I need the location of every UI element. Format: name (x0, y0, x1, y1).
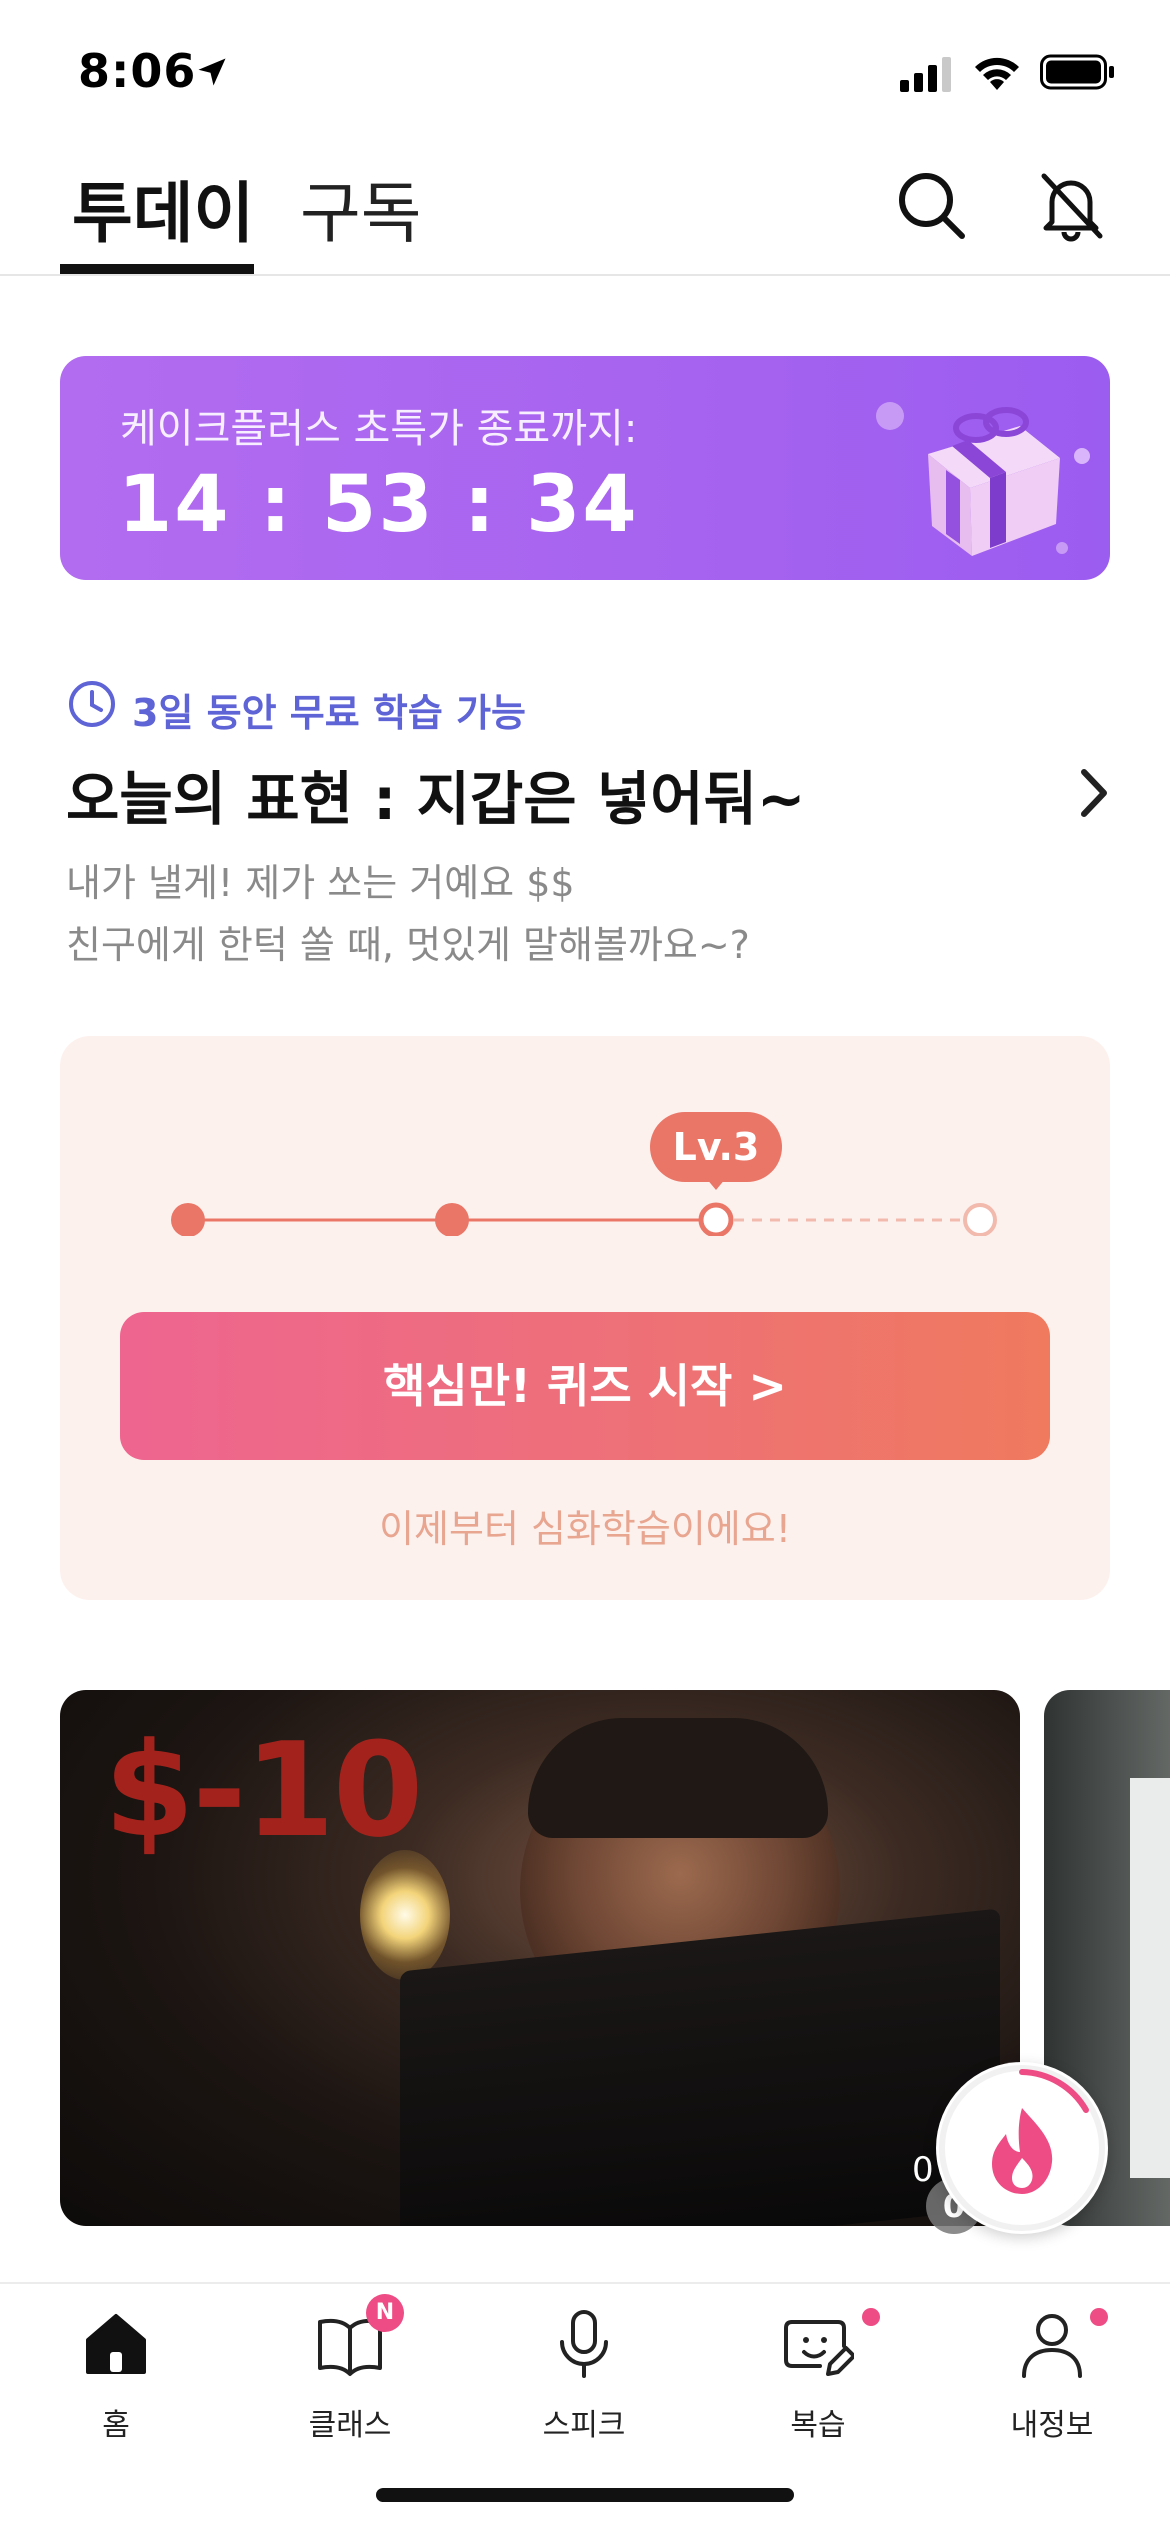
free-trial-label: 3일 동안 무료 학습 가능 (132, 691, 526, 735)
expression-description-line2: 친구에게 한턱 쏠 때, 멋있게 말해볼까요~? (66, 923, 750, 967)
nav-label-class: 클래스 (308, 2408, 392, 2443)
nav-label-my-info: 내정보 (1010, 2408, 1094, 2443)
promo-countdown: 14 : 53 : 34 (118, 460, 639, 550)
clock-icon (69, 681, 115, 727)
location-arrow-icon (198, 58, 226, 86)
level-badge-tail (706, 1178, 726, 1190)
video-person-hair (528, 1718, 828, 1838)
streak-count: 0 (912, 2150, 934, 2190)
notification-dot (862, 2308, 880, 2326)
nav-item-review[interactable]: 복습 (738, 2308, 898, 2458)
home-icon (86, 2314, 146, 2374)
active-tab-indicator (60, 264, 254, 274)
tab-subscribe[interactable]: 구독 (300, 160, 421, 256)
bell-off-icon[interactable] (1030, 164, 1112, 246)
expression-description-line1: 내가 낼게! 제가 쏘는 거예요 $$ (66, 861, 575, 905)
nav-label-home: 홈 (102, 2408, 130, 2443)
gift-box-icon (876, 402, 1090, 556)
flame-icon (939, 2065, 1105, 2231)
nav-item-home[interactable]: 홈 (36, 2308, 196, 2458)
video-card[interactable]: $-10 (60, 1690, 1020, 2226)
start-quiz-button[interactable]: 핵심만! 퀴즈 시작 > (120, 1312, 1050, 1460)
new-badge: N (366, 2294, 404, 2332)
battery-icon (1040, 54, 1114, 90)
status-time: 8:06 (78, 44, 197, 98)
wifi-icon (975, 57, 1019, 90)
level-step-3-current (698, 1202, 734, 1236)
level-step-2 (435, 1203, 469, 1236)
streak-button[interactable] (936, 2062, 1108, 2234)
nav-label-review: 복습 (790, 2408, 846, 2443)
nav-item-my-info[interactable]: 내정보 (972, 2308, 1132, 2458)
video-overlay-text: $-10 (104, 1714, 423, 1866)
nav-item-speak[interactable]: 스피크 (504, 2308, 664, 2458)
video-thumbnail-screen (1130, 1778, 1170, 2178)
video-book (400, 1908, 1000, 2226)
expression-title[interactable]: 오늘의 표현 : 지갑은 넣어둬~ (66, 752, 806, 836)
nav-label-speak: 스피크 (542, 2408, 626, 2443)
status-bar: 8:06 (0, 0, 1170, 140)
level-badge: Lv.3 (650, 1112, 782, 1182)
home-indicator (376, 2488, 794, 2502)
lamp-glow (360, 1850, 450, 1980)
search-icon[interactable] (890, 164, 972, 246)
level-step-4 (963, 1203, 997, 1236)
top-header: 투데이 구독 (0, 150, 1170, 276)
chevron-right-icon[interactable] (1070, 762, 1118, 824)
promo-banner[interactable]: 케이크플러스 초특가 종료까지: 14 : 53 : 34 (60, 356, 1110, 580)
notification-dot (1090, 2308, 1108, 2326)
promo-label: 케이크플러스 초특가 종료까지: (120, 406, 638, 452)
level-step-1 (171, 1203, 205, 1236)
cellular-signal-icon (900, 57, 951, 92)
mic-icon (560, 2310, 608, 2378)
tab-today[interactable]: 투데이 (72, 160, 254, 256)
review-face-icon (784, 2320, 854, 2376)
level-progress-track (171, 1202, 997, 1236)
person-icon (1022, 2314, 1082, 2378)
nav-item-class[interactable]: N 클래스 (270, 2294, 430, 2458)
quiz-card: Lv.3 핵심만! 퀴즈 시작 > 이제부터 심화학습이에요! (60, 1036, 1110, 1600)
quiz-sub-label: 이제부터 심화학습이에요! (379, 1507, 791, 1551)
